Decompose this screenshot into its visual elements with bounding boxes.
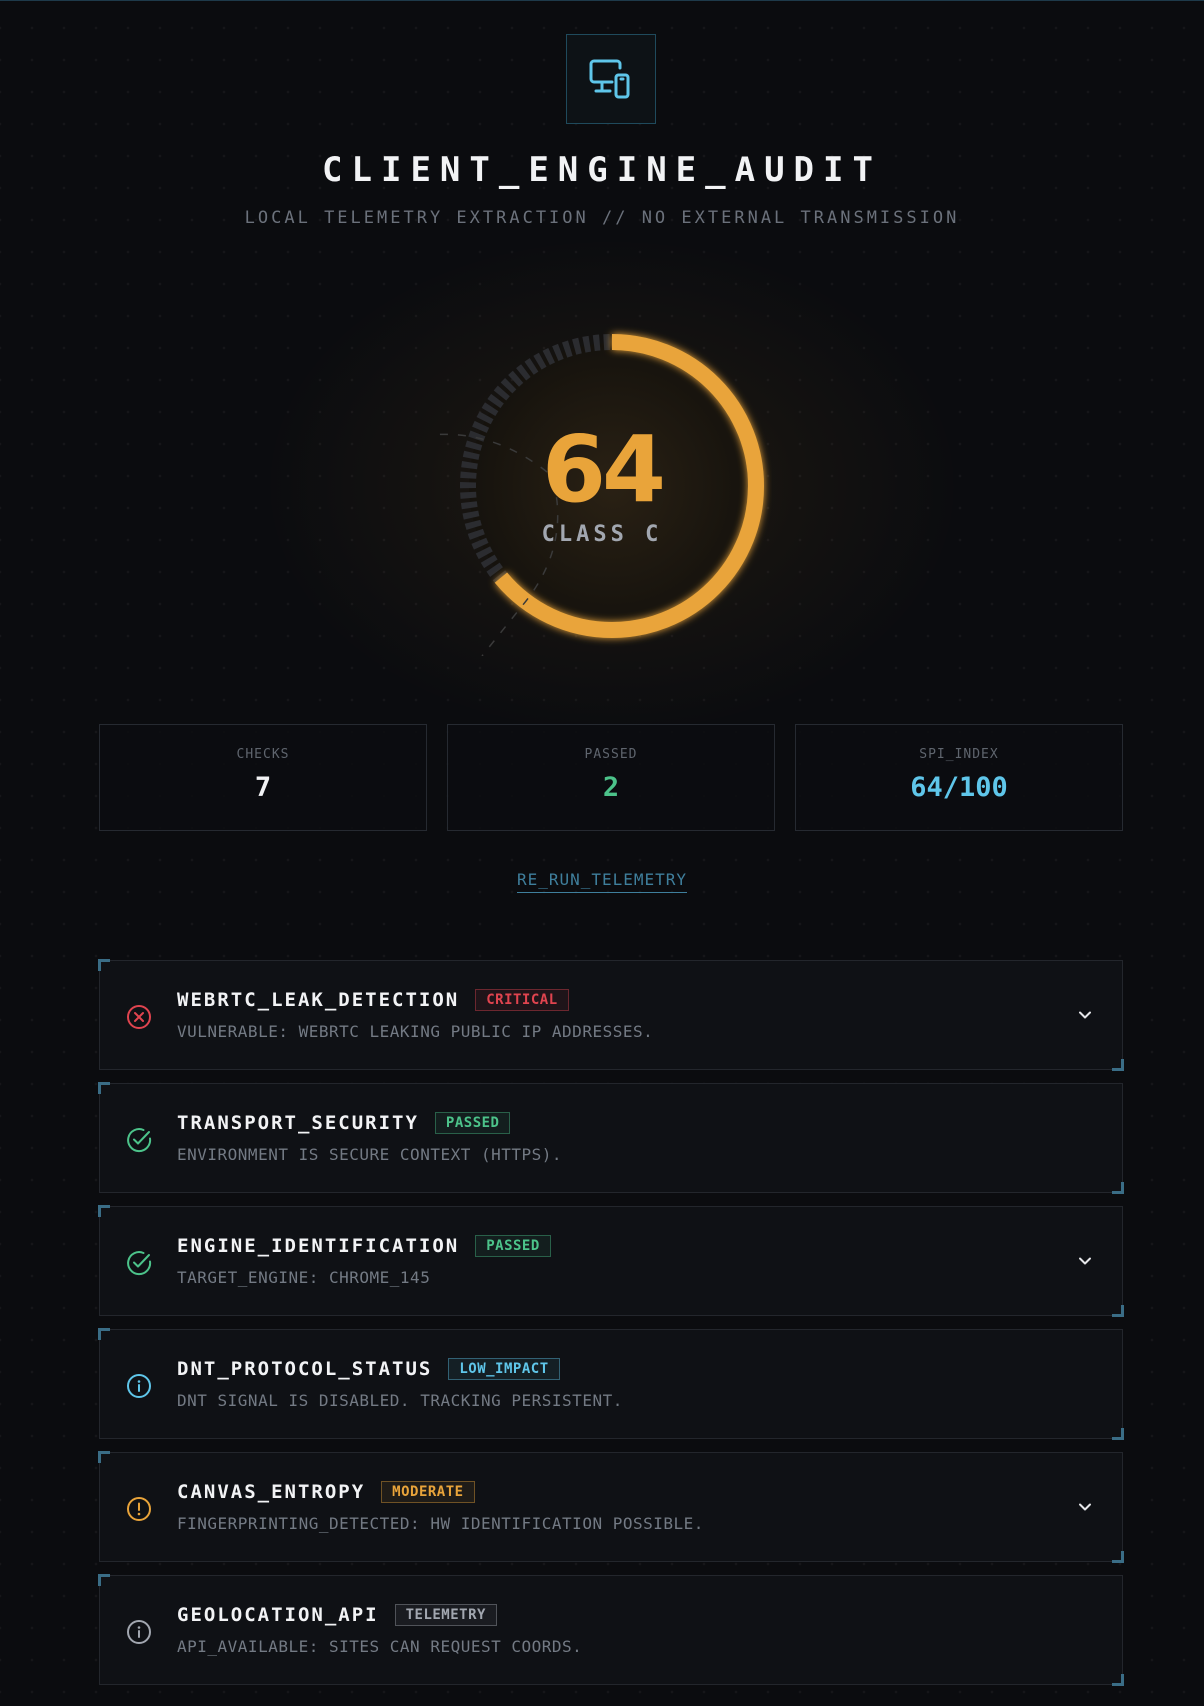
check-name: DNT_PROTOCOL_STATUS LOW_IMPACT: [177, 1358, 560, 1380]
page-title: CLIENT_ENGINE_AUDIT: [322, 150, 882, 190]
status-badge: LOW_IMPACT: [448, 1358, 560, 1380]
stat-card-checks: CHECKS 7: [99, 724, 427, 831]
corner-bracket: [98, 959, 110, 971]
status-badge: CRITICAL: [475, 989, 569, 1011]
check-description: TARGET_ENGINE: CHROME_145: [177, 1268, 431, 1287]
logo-box: [566, 34, 656, 124]
rerun-telemetry-link[interactable]: RE_RUN_TELEMETRY: [516, 870, 688, 893]
check-description: DNT SIGNAL IS DISABLED. TRACKING PERSIST…: [177, 1391, 623, 1410]
corner-bracket: [98, 1574, 110, 1586]
stat-label: PASSED: [584, 747, 638, 762]
corner-bracket: [1112, 1551, 1124, 1563]
rerun-row: RE_RUN_TELEMETRY: [0, 870, 1204, 893]
corner-bracket: [98, 1205, 110, 1217]
check-title: TRANSPORT_SECURITY: [177, 1112, 419, 1134]
info-circle-icon: [127, 1374, 151, 1398]
devices-icon: [589, 59, 630, 99]
check-title: ENGINE_IDENTIFICATION: [177, 1235, 460, 1257]
check-description: VULNERABLE: WEBRTC LEAKING PUBLIC IP ADD…: [177, 1022, 654, 1041]
corner-bracket: [1112, 1428, 1124, 1440]
status-badge: MODERATE: [381, 1481, 475, 1503]
check-description: FINGERPRINTING_DETECTED: HW IDENTIFICATI…: [177, 1514, 704, 1533]
stat-value: 64/100: [910, 772, 1008, 803]
check-title: DNT_PROTOCOL_STATUS: [177, 1358, 433, 1380]
status-badge: PASSED: [475, 1235, 551, 1257]
check-card: DNT_PROTOCOL_STATUS LOW_IMPACT DNT SIGNAL…: [98, 1328, 1124, 1440]
chevron-down-icon[interactable]: [1076, 1006, 1094, 1024]
alert-circle-icon: [127, 1497, 151, 1521]
chevron-down-icon[interactable]: [1076, 1252, 1094, 1270]
check-description: API_AVAILABLE: SITES CAN REQUEST COORDS.: [177, 1637, 583, 1656]
check-description: ENVIRONMENT IS SECURE CONTEXT (HTTPS).: [177, 1145, 563, 1164]
page-subtitle: LOCAL TELEMETRY EXTRACTION // NO EXTERNA…: [244, 208, 960, 228]
check-name: GEOLOCATION_API TELEMETRY: [177, 1604, 497, 1626]
check-card[interactable]: ENGINE_IDENTIFICATION PASSED TARGET_ENGIN…: [98, 1205, 1124, 1317]
corner-bracket: [1112, 1059, 1124, 1071]
stat-value: 7: [254, 772, 272, 803]
check-title: WEBRTC_LEAK_DETECTION: [177, 989, 460, 1011]
check-card[interactable]: CANVAS_ENTROPY MODERATE FINGERPRINTING_DE…: [98, 1451, 1124, 1563]
chevron-down-icon[interactable]: [1076, 1498, 1094, 1516]
info-circle-icon: [127, 1620, 151, 1644]
corner-bracket: [1112, 1182, 1124, 1194]
check-circle-icon: [127, 1128, 152, 1153]
corner-bracket: [1112, 1674, 1124, 1686]
status-badge: TELEMETRY: [394, 1604, 497, 1626]
check-name: TRANSPORT_SECURITY PASSED: [177, 1112, 511, 1134]
check-name: CANVAS_ENTROPY MODERATE: [177, 1481, 475, 1503]
score-class: CLASS C: [541, 522, 663, 547]
corner-bracket: [98, 1082, 110, 1094]
corner-bracket: [98, 1328, 110, 1340]
corner-bracket: [1112, 1305, 1124, 1317]
score-gauge: 64 CLASS C: [432, 316, 772, 656]
check-card: GEOLOCATION_API TELEMETRY API_AVAILABLE: …: [98, 1574, 1124, 1686]
top-border: [0, 0, 1204, 1]
check-title: GEOLOCATION_API: [177, 1604, 379, 1626]
check-card: TRANSPORT_SECURITY PASSED ENVIRONMENT IS …: [98, 1082, 1124, 1194]
stat-value: 2: [602, 772, 620, 803]
stat-label: CHECKS: [236, 747, 290, 762]
check-name: WEBRTC_LEAK_DETECTION CRITICAL: [177, 989, 569, 1011]
check-circle-icon: [127, 1251, 152, 1276]
status-badge: PASSED: [434, 1112, 511, 1134]
corner-bracket: [98, 1451, 110, 1463]
stat-card-spi-index: SPI_INDEX 64/100: [795, 724, 1123, 831]
stat-card-passed: PASSED 2: [447, 724, 775, 831]
check-card[interactable]: WEBRTC_LEAK_DETECTION CRITICAL VULNERABLE…: [98, 959, 1124, 1071]
stat-label: SPI_INDEX: [919, 747, 999, 762]
check-name: ENGINE_IDENTIFICATION PASSED: [177, 1235, 551, 1257]
x-circle-icon: [127, 1005, 151, 1029]
check-title: CANVAS_ENTROPY: [177, 1481, 366, 1503]
score-value: 64: [541, 416, 666, 523]
